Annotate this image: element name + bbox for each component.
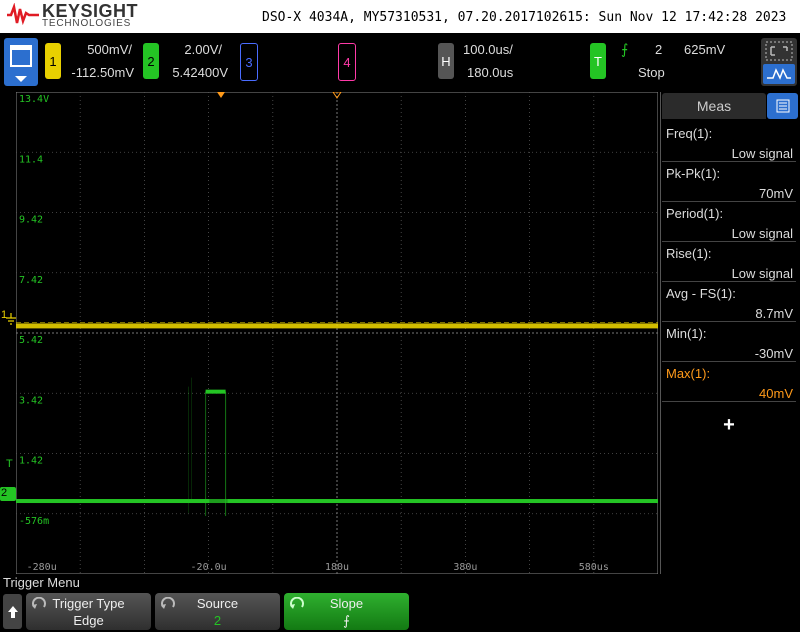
meas-menu-button[interactable] — [767, 93, 798, 119]
channel-1-number: 1 — [49, 53, 57, 69]
trigger-type-softkey[interactable]: Trigger Type Edge — [26, 593, 151, 630]
brand-subtitle: TECHNOLOGIES — [42, 18, 132, 29]
source-label: Source — [196, 596, 239, 611]
arrow-up-icon — [7, 605, 18, 618]
channel-4-number: 4 — [343, 54, 351, 70]
y-tick-label: 13.4V — [19, 94, 49, 105]
x-tick-label: 380u — [453, 562, 477, 573]
window-icon — [10, 45, 32, 82]
y-tick-label: 11.4 — [19, 154, 43, 165]
measurement-item[interactable]: Pk-Pk(1): 70mV — [662, 162, 796, 202]
x-tick-label: -20.0u — [191, 562, 227, 573]
measurement-name: Rise(1): — [666, 246, 712, 261]
y-tick-label: 5.42 — [19, 335, 43, 346]
channel-2-trace — [227, 499, 658, 504]
channel-4-button[interactable]: 4 — [338, 43, 356, 81]
trigger-slope-icon: ⨍ — [621, 41, 629, 57]
trigger-type-label: Trigger Type — [52, 596, 125, 611]
menu-title: Trigger Menu — [3, 575, 80, 590]
horizontal-button[interactable]: H — [438, 43, 454, 79]
channel-3-button[interactable]: 3 — [240, 43, 258, 81]
channel-2-offset: 5.42400V — [172, 65, 228, 80]
add-measurement-button[interactable]: + — [662, 410, 796, 440]
measurement-item[interactable]: Period(1): Low signal — [662, 202, 796, 242]
measurement-name: Pk-Pk(1): — [666, 166, 721, 181]
channel-2-trace — [209, 499, 230, 504]
source-value: 2 — [213, 613, 222, 628]
y-tick-label: 9.42 — [19, 215, 43, 226]
menu-back-button[interactable] — [3, 594, 22, 629]
channel-3-number: 3 — [245, 54, 253, 70]
measurement-value: -30mV — [754, 346, 793, 361]
zoom-icon — [763, 41, 795, 84]
ground-icon — [6, 313, 16, 325]
measurement-name: Avg - FS(1): — [666, 286, 736, 301]
slope-label: Slope — [329, 596, 364, 611]
x-tick-label: 580us — [579, 562, 609, 573]
y-tick-label: -576m — [19, 516, 49, 527]
channel-2-marker-label: 2 — [1, 487, 8, 499]
keysight-logo-icon — [7, 3, 39, 25]
main-menu-button[interactable] — [4, 38, 38, 86]
zoom-auto-control[interactable] — [761, 38, 797, 86]
channel-2-trace — [16, 499, 210, 504]
trigger-level: 625mV — [684, 42, 726, 57]
channel-2-number: 2 — [147, 53, 155, 69]
channel-1-button[interactable]: 1 — [45, 43, 61, 79]
measurement-name: Freq(1): — [666, 126, 713, 141]
channel-1-scale: 500mV/ — [87, 42, 132, 57]
slope-value: ⨍ — [343, 613, 350, 628]
meas-tab[interactable]: Meas — [662, 93, 766, 119]
waveform-display[interactable]: 13.4V 11.4 9.42 7.42 5.42 3.42 1.42 -576m -280u… — [16, 92, 658, 574]
channel-1-offset: -112.50mV — [71, 65, 134, 80]
horizontal-position: 180.0us — [467, 65, 514, 80]
source-softkey[interactable]: Source 2 — [155, 593, 280, 630]
channel-2-button[interactable]: 2 — [143, 43, 159, 79]
trigger-source: 2 — [655, 42, 663, 57]
measurement-value: 40mV — [759, 386, 793, 401]
channel-1-trace — [16, 323, 658, 329]
slope-softkey[interactable]: Slope ⨍ — [284, 593, 409, 630]
measurement-item[interactable]: Min(1): -30mV — [662, 322, 796, 362]
measurement-value: Low signal — [731, 146, 793, 161]
trigger-button[interactable]: T — [590, 43, 606, 79]
measurement-value: 8.7mV — [755, 306, 793, 321]
horizontal-scale: 100.0us/ — [463, 42, 513, 57]
measurement-item[interactable]: Max(1): 40mV — [662, 362, 796, 402]
measurement-value: Low signal — [731, 266, 793, 281]
measurement-item[interactable]: Freq(1): Low signal — [662, 122, 796, 162]
measurement-name: Period(1): — [666, 206, 724, 221]
horizontal-label: H — [441, 53, 451, 69]
channel-2-scale: 2.00V/ — [184, 42, 222, 57]
measurement-name: Min(1): — [666, 326, 707, 341]
channel-1-ground-marker[interactable]: 1 — [1, 309, 16, 325]
measurement-item[interactable]: Rise(1): Low signal — [662, 242, 796, 282]
scope-identification: DSO-X 4034A, MY57310531, 07.20.201710261… — [262, 10, 787, 25]
trigger-label: T — [594, 53, 602, 69]
x-tick-label: 180u — [325, 562, 349, 573]
acquisition-state: Stop — [638, 65, 665, 80]
channel-2-ground-marker[interactable]: 2 — [0, 487, 16, 501]
trigger-level-marker[interactable]: T — [6, 458, 13, 470]
measurement-value: Low signal — [731, 226, 793, 241]
list-icon — [776, 99, 789, 113]
channel-2-pulse-high — [205, 389, 226, 394]
y-tick-label: 3.42 — [19, 395, 43, 406]
measurement-item[interactable]: Avg - FS(1): 8.7mV — [662, 282, 796, 322]
trigger-type-value: Edge — [73, 613, 104, 628]
measurement-value: 70mV — [759, 186, 793, 201]
x-tick-label: -280u — [27, 562, 57, 573]
measurement-name: Max(1): — [666, 366, 711, 381]
y-tick-label: 7.42 — [19, 275, 43, 286]
y-tick-label: 1.42 — [19, 456, 43, 467]
measurement-list: Freq(1): Low signal Pk-Pk(1): 70mV Period(1)… — [662, 122, 796, 402]
